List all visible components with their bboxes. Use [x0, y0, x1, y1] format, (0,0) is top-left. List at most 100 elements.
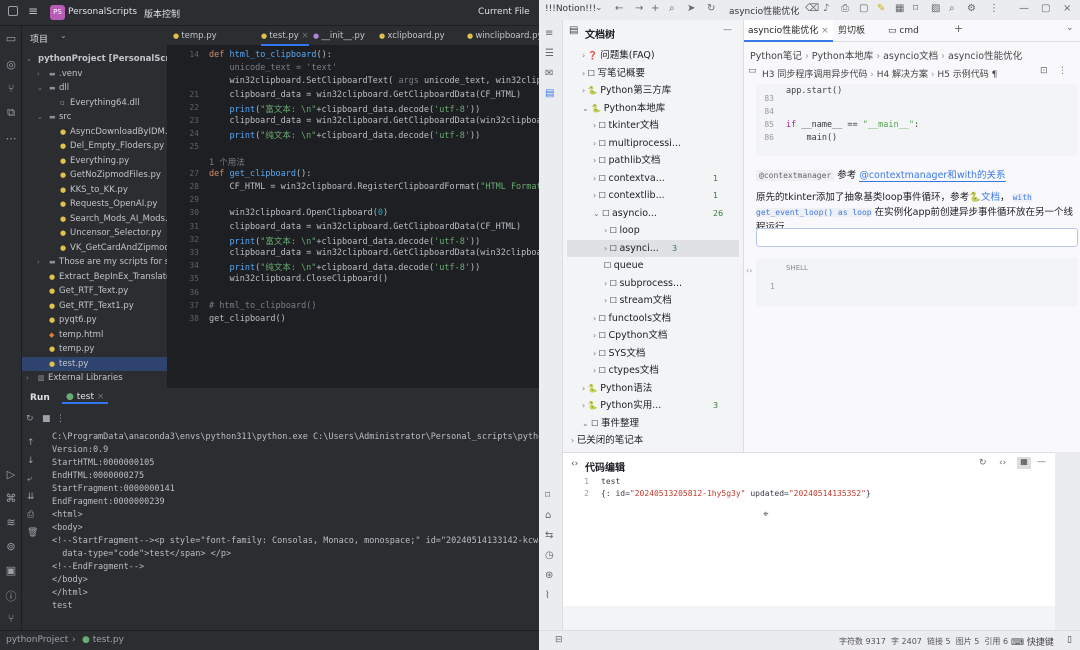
project-tree-item[interactable]: ● pyqt6.py — [22, 313, 167, 328]
workspace-selector[interactable]: !!!Notion!!! — [545, 4, 596, 14]
minimize-icon[interactable]: — — [1019, 3, 1029, 14]
code-block-handle-icon[interactable]: ‹› — [746, 266, 752, 275]
console-output[interactable]: C:\ProgramData\anaconda3\envs\python311\… — [22, 432, 584, 628]
save-icon[interactable]: ▢ — [859, 3, 868, 14]
maximize-icon[interactable]: ▢ — [1041, 3, 1050, 14]
doc-tree-item[interactable]: › ☐ asynci... 3 — [567, 239, 739, 257]
project-tree-item[interactable]: ● Get_RTF_Text.py — [22, 284, 167, 299]
status-file[interactable]: ● test.py — [82, 635, 124, 645]
bell-icon[interactable]: ♪ — [823, 3, 829, 14]
graph-icon[interactable]: ⊛ — [545, 570, 553, 581]
minimize-panel-icon[interactable]: — — [723, 25, 732, 35]
minimize-panel-icon[interactable]: — — [1037, 457, 1046, 467]
bookmark-icon[interactable]: ⌑ — [545, 490, 550, 501]
doc-tree-item[interactable]: › 🐍 Python语法 — [563, 380, 652, 398]
close-icon[interactable]: × — [1063, 3, 1071, 14]
add-icon[interactable]: + — [651, 3, 659, 14]
project-tree-item[interactable]: ⌄pythonProject [PersonalScripts] — [22, 52, 167, 67]
project-tree-item[interactable]: ▫ Everything64.dll — [22, 96, 167, 111]
ref-link[interactable]: @contextmanager和with的关系 — [859, 170, 1006, 182]
doc-tree-item[interactable]: ⌄ ☐ asyncio... 26 — [563, 205, 723, 223]
breadcrumb-item[interactable]: Python笔记 — [750, 51, 802, 62]
project-tree-item[interactable]: ● Get_RTF_Text1.py — [22, 299, 167, 314]
send-icon[interactable]: ➤ — [687, 3, 695, 14]
image-icon[interactable]: ▨ — [931, 3, 940, 14]
refresh-icon[interactable]: ↻ — [979, 458, 987, 468]
shortcuts-button[interactable]: ⌨ 快捷键 — [1011, 635, 1054, 648]
tree-chevron-icon[interactable]: ⌄ — [26, 52, 38, 67]
project-tree-item[interactable]: ● test.py — [22, 356, 167, 371]
tree-chevron-icon[interactable]: › — [26, 371, 38, 386]
doc-tree-item[interactable]: › ☐ loop — [563, 222, 640, 240]
editor-tab[interactable]: ● temp.py — [173, 26, 217, 46]
project-tree-item[interactable]: ● Del_Empty_Floders.py — [22, 139, 167, 154]
code-edit-lines[interactable]: 1 test 2 {: id="20240513205812-1hy5g3y" upd… — [563, 477, 1055, 517]
dock-toggle-icon[interactable]: ⊟ — [555, 635, 563, 645]
project-tree-item[interactable]: ⌄ ▬ src — [22, 110, 167, 125]
paragraph-icon[interactable]: ¶ — [989, 70, 998, 80]
lock-icon[interactable]: ⊡ — [1040, 66, 1048, 76]
editor-tab[interactable]: ● xclipboard.py — [379, 26, 445, 46]
doc-tree-item[interactable]: › 🐍 Python实用... 3 — [563, 397, 718, 415]
code-editor[interactable]: ● temp.py ● test.py × ● __init__.py ● xclip… — [167, 26, 649, 388]
doc-tree-item[interactable]: › ☐ stream文档 — [563, 292, 672, 310]
status-project[interactable]: pythonProject — [6, 635, 68, 645]
history-icon[interactable]: ◷ — [545, 550, 554, 561]
doc-tree-item[interactable]: ☐ queue — [563, 257, 643, 275]
project-tree-item[interactable]: ● Everything.py — [22, 154, 167, 169]
vcs-icon[interactable]: ⑂ — [2, 82, 20, 95]
doc-tree-item[interactable]: ⌄ ☐ 事件整理 — [563, 415, 639, 433]
structure-icon[interactable]: ⧉ — [2, 106, 20, 120]
doc-tree-item[interactable]: › ☐ Cpython文档 — [563, 327, 667, 345]
doc-tree-item[interactable]: › ☐ tkinter文档 — [563, 117, 659, 135]
tag-icon[interactable]: ⌂ — [545, 510, 551, 521]
inbox-icon[interactable]: ✉ — [545, 68, 553, 79]
editor-tab[interactable]: ● test.py × — [261, 26, 309, 46]
chevron-down-icon[interactable]: ⌄ — [60, 31, 67, 40]
editor-tab[interactable]: ● winclipboard.py — [467, 26, 543, 46]
bookmark-icon[interactable]: ⌑ — [913, 3, 918, 14]
stop-icon[interactable]: ■ — [42, 414, 51, 424]
gear-icon[interactable]: ⚙ — [967, 3, 976, 14]
calendar-icon[interactable]: ▦ — [895, 3, 904, 14]
commit-icon[interactable]: ◎ — [2, 58, 20, 71]
vcs-menu[interactable]: 版本控制 — [144, 7, 180, 20]
heading-path-item[interactable]: H3 同步程序调用异步代码 — [762, 70, 867, 80]
project-tree-item[interactable]: ●Extract_BepInEx_Translator.py — [22, 270, 167, 285]
doc-tree-item[interactable]: › ☐ 写笔记概要 — [563, 65, 645, 83]
project-tree-item[interactable]: ● Requests_OpenAI.py — [22, 197, 167, 212]
print-icon[interactable]: ⎙ — [841, 3, 849, 14]
run-icon[interactable]: ▷ — [2, 468, 20, 481]
project-tree-item[interactable]: ⌄ ▬ dll — [22, 81, 167, 96]
doc-tree-item[interactable]: › ☐ pathlib文档 — [563, 152, 660, 170]
shell-code-block[interactable]: SHELL 1 — [756, 258, 1078, 306]
python-console-icon[interactable]: ⌘ — [2, 492, 20, 505]
python-doc-link[interactable]: 🐍文档 — [969, 192, 1000, 203]
breadcrumb-item[interactable]: asyncio性能优化 — [948, 51, 1022, 62]
breadcrumb-item[interactable]: asyncio文档 — [883, 51, 938, 62]
problems-icon[interactable]: ⓘ — [2, 588, 20, 604]
tree-chevron-icon[interactable]: ⌄ — [37, 110, 49, 125]
code-area[interactable]: 14 def html_to_clipboard(): unicode_text … — [167, 50, 649, 388]
project-tree-item[interactable]: ● Uncensor_Selector.py — [22, 226, 167, 241]
doc-tree-item[interactable]: › 🐍 Python第三方库 — [563, 82, 671, 100]
doc-tree-item[interactable]: › ☐ contextlib... 1 — [563, 187, 718, 205]
project-tree-item[interactable]: ● temp.py — [22, 342, 167, 357]
git-icon[interactable]: ⑂ — [2, 612, 20, 625]
back-icon[interactable]: ← — [615, 3, 623, 14]
project-tree-item[interactable]: ● KKS_to_KK.py — [22, 183, 167, 198]
empty-block-input[interactable] — [756, 228, 1078, 247]
backlink-icon[interactable]: ⇆ — [545, 530, 553, 541]
sync-icon[interactable]: ↻ — [707, 3, 715, 14]
chevron-down-icon[interactable]: ⌄ — [595, 3, 603, 13]
more-vertical-icon[interactable]: ⋮ — [56, 414, 65, 424]
tree-chevron-icon[interactable]: › — [37, 255, 49, 270]
tab-cmd[interactable]: ▭ cmd — [888, 20, 919, 42]
list-icon[interactable]: ▤ — [545, 88, 554, 99]
doc-tree-item[interactable]: ⌄ 🐍 Python本地库 — [563, 100, 665, 118]
project-tree-item[interactable]: ◆ temp.html — [22, 328, 167, 343]
doc-tree-item[interactable]: › ☐ SYS文档 — [563, 345, 645, 363]
chevron-down-icon[interactable]: ⌄ — [1066, 23, 1074, 33]
project-selector[interactable]: PersonalScripts — [68, 7, 137, 17]
tree-chevron-icon[interactable]: ⌄ — [582, 104, 591, 113]
